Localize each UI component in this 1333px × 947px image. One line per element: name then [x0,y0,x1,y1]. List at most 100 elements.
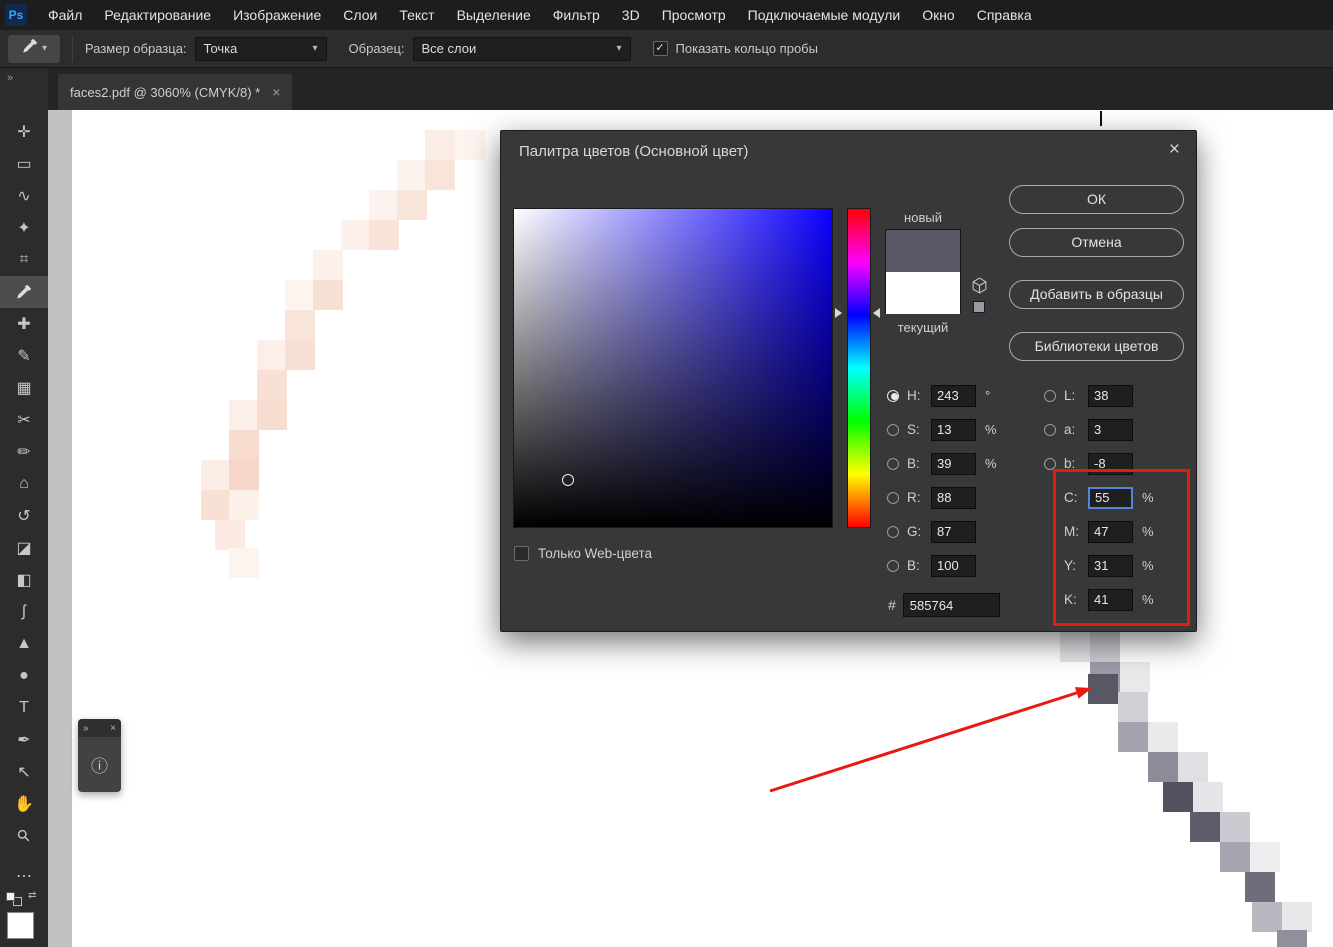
red-radio[interactable] [887,491,899,504]
hue-radio[interactable] [887,389,899,402]
menu-item-3[interactable]: Слои [332,0,388,30]
lab-l-radio[interactable] [1044,389,1056,402]
add-to-swatches-button[interactable]: Добавить в образцы [1009,280,1184,309]
field-row-lab-b: b: [1044,452,1154,475]
hand-tool[interactable]: ✋ [0,788,48,820]
lab-a-input[interactable] [1088,418,1133,441]
pencil-tool[interactable]: ✏ [0,436,48,468]
red-input[interactable] [931,486,976,509]
scissors-tool-icon: ✂ [17,412,31,429]
eyedropper-tool[interactable] [0,276,48,308]
gradient-tool-icon: ◧ [16,572,32,589]
menu-item-0[interactable]: Файл [37,0,93,30]
lab-b-input[interactable] [1088,452,1133,475]
hue-slider-marker-left[interactable] [835,308,842,318]
hex-input[interactable] [902,593,1000,617]
menu-item-8[interactable]: Просмотр [651,0,737,30]
crop-tool[interactable]: ⌗ [0,244,48,276]
blue-input[interactable] [931,554,976,577]
quick-selection-tool[interactable]: ✦ [0,212,48,244]
saturation-unit: % [985,422,997,437]
hue-input[interactable] [931,384,976,407]
saturation-input[interactable] [931,418,976,441]
eyedropper-preset-button[interactable]: ▾ [8,34,60,63]
info-icon[interactable]: ⓘ [78,737,121,792]
menu-item-5[interactable]: Выделение [446,0,542,30]
show-ring-checkbox[interactable] [652,41,668,56]
lasso-tool[interactable]: ∿ [0,180,48,212]
hue-slider-marker-right[interactable] [873,308,880,318]
brush-tool[interactable]: ✎ [0,340,48,372]
web-gamut-cube-icon[interactable] [971,277,988,299]
color-libraries-button[interactable]: Библиотеки цветов [1009,332,1184,361]
menu-item-10[interactable]: Окно [911,0,966,30]
menu-item-4[interactable]: Текст [388,0,445,30]
spot-healing-brush-tool[interactable]: ✚ [0,308,48,340]
move-tool[interactable]: ✛ [0,116,48,148]
current-color-swatch[interactable] [886,272,960,314]
gradient-tool[interactable]: ◧ [0,564,48,596]
type-tool[interactable]: T [0,692,48,724]
menu-item-6[interactable]: Фильтр [542,0,611,30]
direct-selection-tool[interactable]: ↖ [0,756,48,788]
brightness-unit: % [985,456,997,471]
edit-toolbar-button[interactable]: ⋯ [0,860,48,892]
document-tab[interactable]: faces2.pdf @ 3060% (CMYK/8) * × [58,74,293,110]
panel-close-icon[interactable]: × [110,723,116,734]
green-radio[interactable] [887,525,899,538]
saturation-radio[interactable] [887,423,899,436]
hue-slider[interactable] [847,208,871,528]
sample-value: Все слои [421,41,477,56]
smudge-tool[interactable]: ∫ [0,596,48,628]
cyan-input[interactable] [1088,486,1133,509]
panel-collapse-icon[interactable]: » [83,723,89,734]
blur-tool[interactable]: ● [0,660,48,692]
lab-a-radio[interactable] [1044,423,1056,436]
blue-radio[interactable] [887,559,899,572]
foreground-color-swatch[interactable] [7,912,34,939]
nearest-web-color-swatch[interactable] [973,301,985,313]
dialog-close-icon[interactable]: × [1169,139,1180,161]
new-color-label: новый [904,210,942,225]
green-input[interactable] [931,520,976,543]
brightness-radio[interactable] [887,457,899,470]
green-label: G: [907,524,922,539]
pen-tool[interactable]: ✒ [0,724,48,756]
rectangular-marquee-tool[interactable]: ▭ [0,148,48,180]
web-only-checkbox[interactable] [514,546,529,561]
ok-button[interactable]: ОК [1009,185,1184,214]
pattern-stamp-tool[interactable]: ▦ [0,372,48,404]
menu-item-2[interactable]: Изображение [222,0,332,30]
clone-stamp-tool[interactable]: ⌂ [0,468,48,500]
cancel-button[interactable]: Отмена [1009,228,1184,257]
yellow-input[interactable] [1088,554,1133,577]
field-row-green: G: [887,520,997,543]
menu-item-11[interactable]: Справка [966,0,1043,30]
color-field-marker[interactable] [562,474,574,486]
zoom-tool[interactable]: ⚲ [0,820,48,852]
tab-close-icon[interactable]: × [272,84,280,100]
sample-size-select[interactable]: Точка ▾ [194,36,327,61]
toolbar-collapse-icon[interactable]: » [0,68,48,88]
eraser-tool[interactable]: ◪ [0,532,48,564]
menubar-items: Файл Редактирование Изображение Слои Текст Вы… [37,0,1043,30]
dodge-tool[interactable]: ▲ [0,628,48,660]
brightness-input[interactable] [931,452,976,475]
swap-colors-icon[interactable]: ⇄ [28,890,36,901]
black-input[interactable] [1088,588,1133,611]
default-colors-icon[interactable] [6,892,22,906]
sample-select[interactable]: Все слои ▾ [412,36,631,61]
menu-item-9[interactable]: Подключаемые модули [737,0,912,30]
lab-l-input[interactable] [1088,384,1133,407]
menu-item-1[interactable]: Редактирование [93,0,222,30]
scissors-tool[interactable]: ✂ [0,404,48,436]
saturation-brightness-field[interactable] [513,208,833,528]
magenta-input[interactable] [1088,520,1133,543]
history-brush-tool[interactable]: ↺ [0,500,48,532]
hsb-rgb-fields: H:°S:%B:%R:G:B: [887,384,997,588]
dodge-tool-icon: ▲ [16,635,32,652]
info-panel-header: » × [78,719,121,737]
show-ring-label: Показать кольцо пробы [675,41,818,56]
lab-b-radio[interactable] [1044,457,1056,470]
menu-item-7[interactable]: 3D [611,0,651,30]
